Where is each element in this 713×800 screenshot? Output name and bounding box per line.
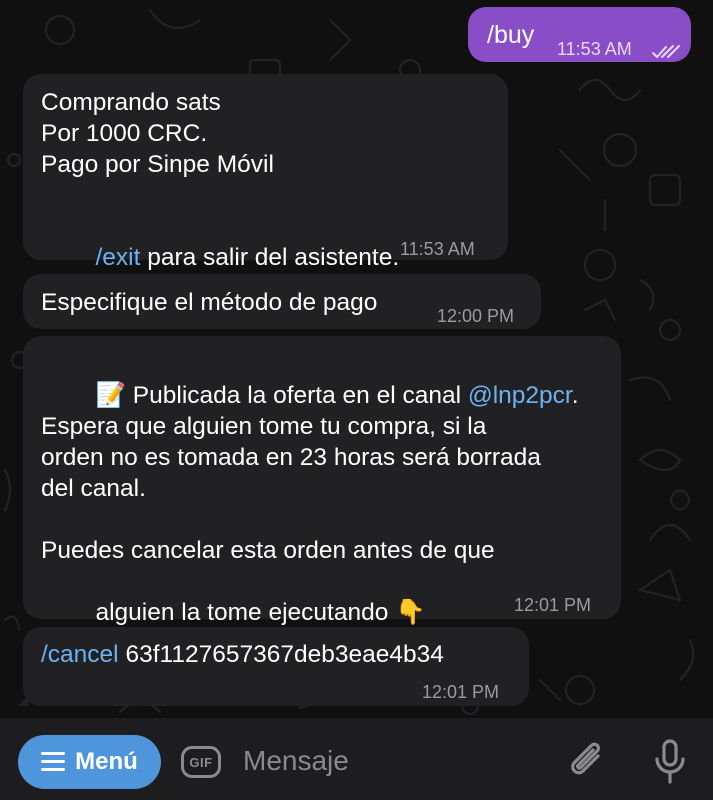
message-line: Comprando sats	[41, 89, 221, 116]
message-time: 12:00 PM	[437, 306, 515, 326]
message-text: Publicada la oferta en el canal	[125, 382, 468, 409]
gif-label: GIF	[189, 754, 213, 770]
message-text: Especifique el método de pago	[41, 289, 378, 316]
menu-button-label: Menú	[75, 748, 138, 775]
message-line: Espera que alguien tome tu compra, si la	[41, 413, 487, 440]
order-id-text: 63f1127657367deb3eae4b34	[118, 641, 444, 668]
message-incoming-offer[interactable]: 📝 Publicada la oferta en el canal @lnp2p…	[23, 336, 621, 626]
message-text: alguien la tome ejecutando	[95, 599, 396, 626]
memo-emoji: 📝	[95, 382, 126, 409]
pointing-down-emoji: 👇	[395, 599, 426, 626]
channel-link[interactable]: @lnp2pcr	[468, 382, 572, 409]
message-incoming-cancel[interactable]: /cancel 63f1127657367deb3eae4b34 12:01 P…	[15, 627, 529, 706]
chat-area[interactable]: /buy 11:53 AM Comprando sats Por 1000 CR…	[0, 0, 713, 718]
gif-icon[interactable]: GIF	[181, 746, 221, 778]
message-text: para salir del asistente.	[140, 244, 400, 271]
message-line: Puedes cancelar esta orden antes de que	[41, 537, 495, 564]
bubble-tail	[15, 688, 29, 706]
message-outgoing-buy[interactable]: /buy 11:53 AM	[468, 7, 691, 62]
menu-button[interactable]: Menú	[18, 735, 161, 789]
message-line: Por 1000 CRC.	[41, 120, 208, 147]
message-time: 11:53 AM	[557, 39, 632, 59]
exit-command-link[interactable]: /exit	[95, 244, 140, 271]
attach-icon[interactable]	[568, 738, 608, 787]
message-text: /buy	[487, 21, 535, 49]
message-incoming-method[interactable]: Especifique el método de pago 12:00 PM	[23, 274, 541, 329]
message-time: 12:01 PM	[422, 682, 500, 702]
message-line: del canal.	[41, 475, 146, 502]
message-line: Pago por Sinpe Móvil	[41, 151, 274, 178]
message-text: .	[571, 382, 579, 409]
message-incoming-buying[interactable]: Comprando sats Por 1000 CRC. Pago por Si…	[23, 74, 508, 271]
cancel-command-link[interactable]: /cancel	[41, 641, 119, 668]
menu-icon	[41, 752, 66, 772]
message-input[interactable]	[243, 740, 543, 782]
message-time: 11:53 AM	[400, 239, 475, 259]
message-line: orden no es tomada en 23 horas será borr…	[41, 444, 541, 471]
read-checkmarks-icon	[652, 36, 680, 67]
message-time: 12:01 PM	[514, 595, 592, 615]
mic-icon[interactable]	[654, 739, 686, 790]
